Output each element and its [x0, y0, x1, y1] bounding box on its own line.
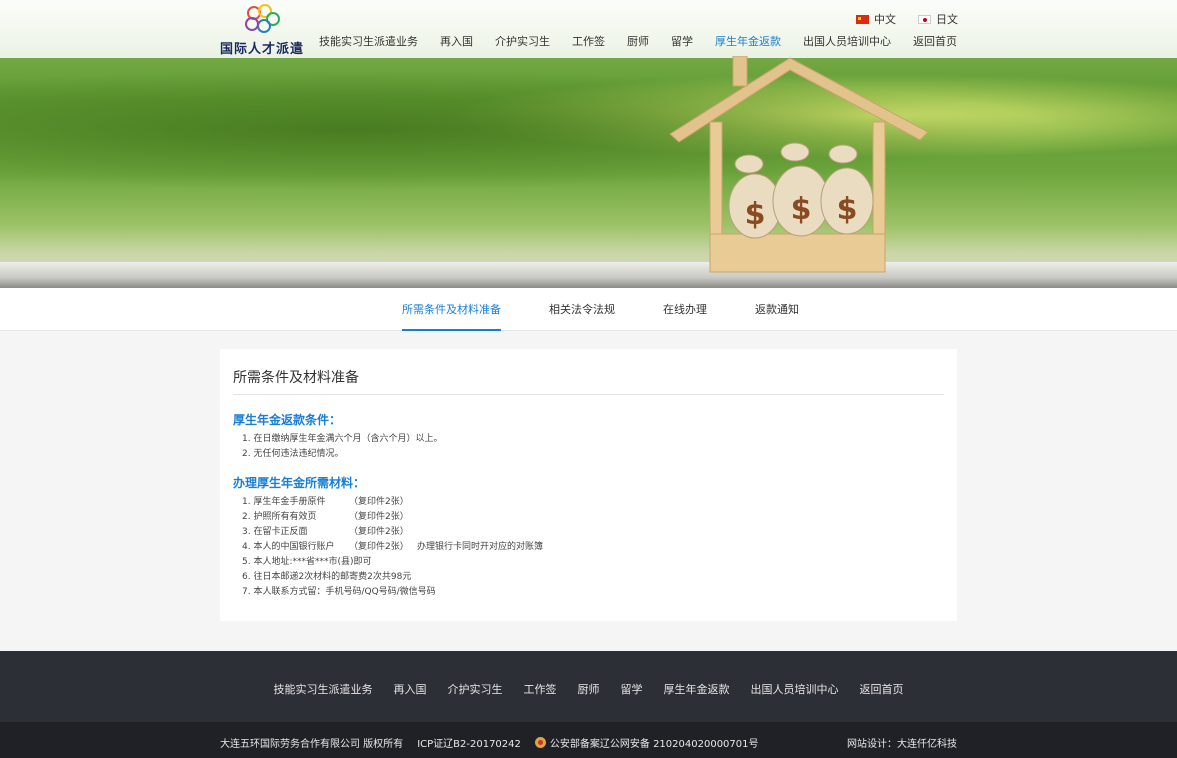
material-name: 6. 往日本邮递2次材料的邮寄费2次共98元	[242, 572, 412, 582]
footer-legal: 大连五环国际劳务合作有限公司 版权所有 ICP证辽B2-20170242 公安部…	[220, 735, 759, 750]
material-extra: 办理银行卡同时开对应的对账簿	[417, 542, 544, 552]
conditions-list: 1. 在日缴纳厚生年金满六个月（含六个月）以上。 2. 无任何违法违纪情况。	[242, 432, 442, 462]
lang-chinese[interactable]: 中文	[856, 11, 896, 27]
nav-item-chef[interactable]: 厨师	[627, 33, 649, 49]
lang-chinese-label: 中文	[874, 13, 896, 26]
footer-nav-training-center[interactable]: 出国人员培训中心	[751, 681, 839, 697]
logo-flower-icon	[245, 4, 280, 33]
svg-text:$: $	[791, 192, 812, 227]
material-name: 3. 在留卡正反面	[242, 527, 308, 537]
nav-item-pension-refund[interactable]: 厚生年金返款	[715, 33, 781, 49]
jp-flag-icon	[918, 14, 931, 24]
list-item: 2. 无任何违法违纪情况。	[242, 447, 442, 462]
sub-tabs: 所需条件及材料准备 相关法令法规 在线办理 返款通知	[0, 288, 1177, 331]
card-title: 所需条件及材料准备	[233, 370, 359, 386]
nav-item-study-abroad[interactable]: 留学	[671, 33, 693, 49]
list-item: 4. 本人的中国银行账户 （复印件2张） 办理银行卡同时开对应的对账簿	[242, 540, 543, 555]
footer-nav-study-abroad[interactable]: 留学	[621, 681, 643, 697]
list-item: 1. 在日缴纳厚生年金满六个月（含六个月）以上。	[242, 432, 442, 447]
list-item: 3. 在留卡正反面 （复印件2张）	[242, 525, 543, 540]
banner-ledge	[0, 262, 1177, 288]
icp-link[interactable]: ICP证辽B2-20170242	[417, 735, 521, 750]
card-divider	[233, 394, 944, 395]
condition-text: 1. 在日缴纳厚生年金满六个月（含六个月）以上。	[242, 434, 443, 444]
svg-text:$: $	[837, 192, 858, 227]
lang-japanese-label: 日文	[936, 13, 958, 26]
material-note: （复印件2张）	[349, 527, 409, 537]
police-record-text: 公安部备案辽公网安备 210204020000701号	[549, 739, 759, 750]
material-name: 7. 本人联系方式留：手机号码/QQ号码/微信号码	[242, 587, 436, 597]
nav-item-reentry[interactable]: 再入国	[440, 33, 473, 49]
material-name: 5. 本人地址:***省***市(县)即可	[242, 557, 372, 567]
copyright-text: 大连五环国际劳务合作有限公司 版权所有	[220, 739, 404, 750]
main-nav: 技能实习生派遣业务 再入国 介护实习生 工作签 厨师 留学 厚生年金返款 出国人…	[319, 33, 957, 49]
footer-nav-pension-refund[interactable]: 厚生年金返款	[664, 681, 730, 697]
nav-item-trainee[interactable]: 技能实习生派遣业务	[319, 33, 418, 49]
footer-nav-care-trainee[interactable]: 介护实习生	[448, 681, 503, 697]
content-card: 所需条件及材料准备 厚生年金返款条件： 1. 在日缴纳厚生年金满六个月（含六个月…	[220, 349, 957, 621]
nav-item-home[interactable]: 返回首页	[913, 33, 957, 49]
tab-list: 所需条件及材料准备 相关法令法规 在线办理 返款通知	[402, 288, 799, 331]
tab-regulations[interactable]: 相关法令法规	[549, 288, 615, 331]
nav-item-care-trainee[interactable]: 介护实习生	[495, 33, 550, 49]
footer-nav: 技能实习生派遣业务 再入国 介护实习生 工作签 厨师 留学 厚生年金返款 出国人…	[0, 651, 1177, 722]
police-record-link[interactable]: 公安部备案辽公网安备 210204020000701号	[534, 735, 759, 750]
material-name: 4. 本人的中国银行账户	[242, 542, 335, 552]
police-badge-icon	[534, 737, 546, 748]
logo-text: 国际人才派遣	[220, 42, 305, 57]
footer-nav-list: 技能实习生派遣业务 再入国 介护实习生 工作签 厨师 留学 厚生年金返款 出国人…	[0, 681, 1177, 697]
list-item: 1. 厚生年金手册原件 （复印件2张）	[242, 495, 543, 510]
list-item: 5. 本人地址:***省***市(县)即可	[242, 555, 543, 570]
material-note: （复印件2张）	[349, 497, 409, 507]
svg-text:$: $	[745, 197, 766, 232]
cn-flag-icon	[856, 14, 869, 24]
banner-bokeh	[0, 60, 1177, 200]
footer-nav-trainee[interactable]: 技能实习生派遣业务	[274, 681, 373, 697]
nav-item-training-center[interactable]: 出国人员培训中心	[803, 33, 891, 49]
footer-bottom: 大连五环国际劳务合作有限公司 版权所有 ICP证辽B2-20170242 公安部…	[0, 722, 1177, 758]
footer-nav-home[interactable]: 返回首页	[860, 681, 904, 697]
condition-text: 2. 无任何违法违纪情况。	[242, 449, 344, 459]
list-item: 6. 往日本邮递2次材料的邮寄费2次共98元	[242, 570, 543, 585]
material-note: （复印件2张）	[349, 512, 409, 522]
section-conditions-title: 厚生年金返款条件：	[233, 413, 342, 427]
material-note: （复印件2张）	[349, 542, 409, 552]
tab-online-apply[interactable]: 在线办理	[663, 288, 707, 331]
tab-requirements[interactable]: 所需条件及材料准备	[402, 288, 501, 331]
footer-nav-chef[interactable]: 厨师	[578, 681, 600, 697]
materials-list: 1. 厚生年金手册原件 （复印件2张） 2. 护照所有有效页 （复印件2张） 3…	[242, 495, 543, 600]
footer-nav-work-visa[interactable]: 工作签	[524, 681, 557, 697]
material-name: 1. 厚生年金手册原件	[242, 497, 326, 507]
footer-nav-reentry[interactable]: 再入国	[394, 681, 427, 697]
material-name: 2. 护照所有有效页	[242, 512, 317, 522]
house-money-illustration: $ $ $	[669, 56, 929, 273]
list-item: 2. 护照所有有效页 （复印件2张）	[242, 510, 543, 525]
nav-item-work-visa[interactable]: 工作签	[572, 33, 605, 49]
list-item: 7. 本人联系方式留：手机号码/QQ号码/微信号码	[242, 585, 543, 600]
site-design-credit[interactable]: 网站设计：大连仟亿科技	[847, 735, 957, 750]
tab-refund-notice[interactable]: 返款通知	[755, 288, 799, 331]
lang-japanese[interactable]: 日文	[918, 11, 958, 27]
site-header: 国际人才派遣 中文 日文 技能实习生派遣业务 再入国 介护实习生 工作签 厨师 …	[0, 0, 1177, 58]
site-logo[interactable]: 国际人才派遣	[220, 4, 310, 57]
section-materials-title: 办理厚生年金所需材料：	[233, 476, 366, 490]
